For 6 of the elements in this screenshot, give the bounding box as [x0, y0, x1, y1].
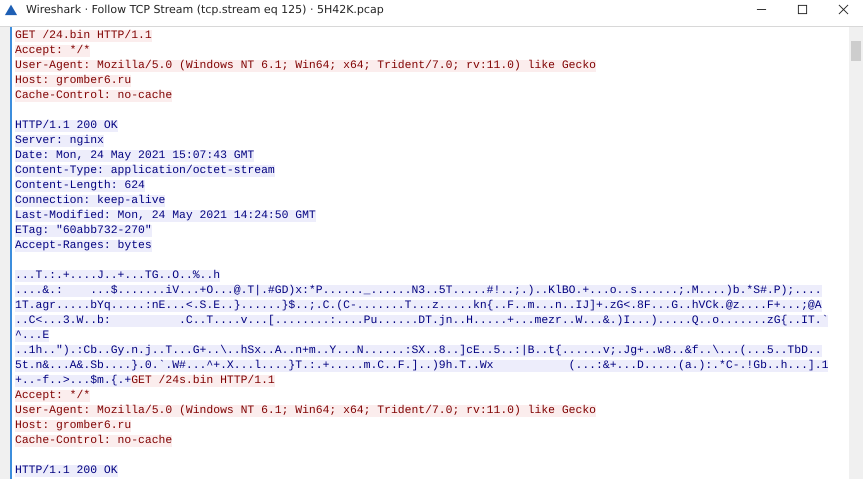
scrollbar-thumb[interactable] — [851, 41, 861, 61]
app-icon — [4, 2, 18, 16]
close-icon[interactable] — [838, 4, 849, 14]
maximize-icon[interactable] — [797, 4, 808, 14]
stream-text-pane[interactable] — [10, 27, 849, 479]
window-title: Wireshark · Follow TCP Stream (tcp.stream eq 125) · 5H42K.pcap — [26, 2, 384, 16]
